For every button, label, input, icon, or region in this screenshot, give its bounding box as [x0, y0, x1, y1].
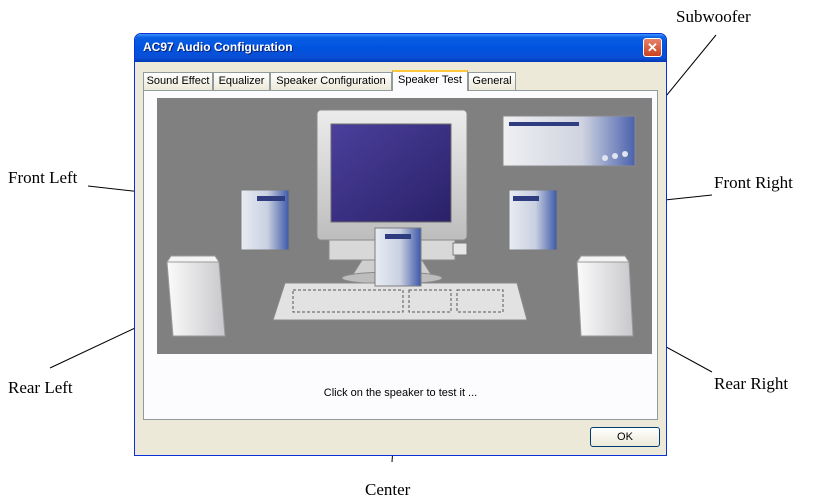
- rear-right-speaker[interactable]: [576, 255, 634, 337]
- center-speaker[interactable]: [374, 227, 422, 287]
- status-text: Click on the speaker to test it ...: [323, 387, 478, 399]
- title-bar[interactable]: AC97 Audio Configuration ✕: [135, 34, 666, 62]
- rear-left-speaker[interactable]: [166, 255, 226, 337]
- tab-sound-effect[interactable]: Sound Effect: [143, 72, 213, 90]
- front-right-speaker[interactable]: [508, 189, 558, 251]
- close-icon: ✕: [647, 40, 658, 55]
- callout-front-left: Front Left: [8, 168, 78, 187]
- tab-speaker-configuration[interactable]: Speaker Configuration: [270, 72, 392, 90]
- window-title: AC97 Audio Configuration: [143, 40, 293, 54]
- callout-subwoofer: Subwoofer: [676, 7, 751, 26]
- keyboard-graphic: [272, 282, 528, 321]
- callout-front-right: Front Right: [714, 173, 793, 192]
- dialog-window: AC97 Audio Configuration ✕ Sound Effect …: [134, 33, 667, 456]
- callout-rear-right: Rear Right: [714, 374, 789, 393]
- tab-general[interactable]: General: [468, 72, 516, 90]
- tab-speaker-test[interactable]: Speaker Test: [392, 70, 468, 91]
- callout-rear-left: Rear Left: [8, 378, 73, 397]
- close-button[interactable]: ✕: [643, 38, 662, 57]
- ok-button[interactable]: OK: [590, 427, 660, 447]
- front-left-speaker[interactable]: [240, 189, 290, 251]
- tab-panel: Click on the speaker to test it ...: [143, 90, 658, 420]
- callout-center: Center: [365, 480, 411, 499]
- subwoofer-speaker[interactable]: [502, 115, 636, 167]
- speaker-stage: [157, 98, 652, 354]
- tab-equalizer[interactable]: Equalizer: [213, 72, 270, 90]
